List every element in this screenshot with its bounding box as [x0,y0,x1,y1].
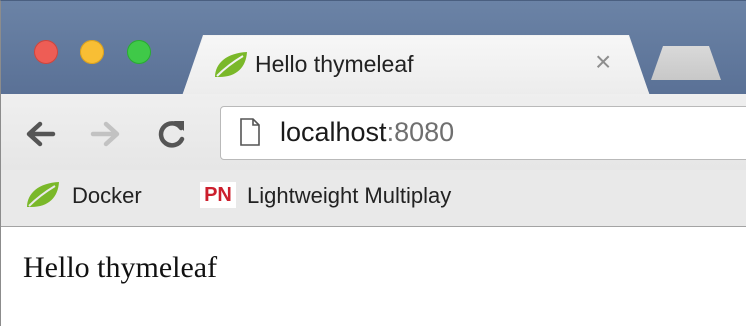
forward-arrow-icon[interactable] [89,117,123,151]
pn-logo-icon: PN [200,182,236,208]
url-host: localhost [280,117,387,147]
tab-active-body[interactable] [182,36,650,96]
bookmark-lightweight-multiplay[interactable]: Lightweight Multiplay [247,183,517,209]
leaf-icon [27,182,59,207]
reload-icon[interactable] [154,117,188,151]
browser-window: Hello thymeleaf × localhost:8080 Docker … [0,0,746,326]
leaf-icon [215,52,247,77]
new-tab-button[interactable] [651,46,721,80]
url-port: :8080 [386,117,455,147]
tab-title: Hello thymeleaf [255,51,414,77]
maximize-window-button[interactable] [127,40,151,64]
minimize-window-button[interactable] [80,40,104,64]
page-icon [240,118,260,146]
bookmark-docker[interactable]: Docker [72,183,142,209]
address-text[interactable]: localhost:8080 [280,117,454,148]
page-body-text: Hello thymeleaf [23,251,218,284]
tab-close-icon[interactable]: × [595,48,611,76]
close-window-button[interactable] [34,40,58,64]
back-arrow-icon[interactable] [23,117,57,151]
